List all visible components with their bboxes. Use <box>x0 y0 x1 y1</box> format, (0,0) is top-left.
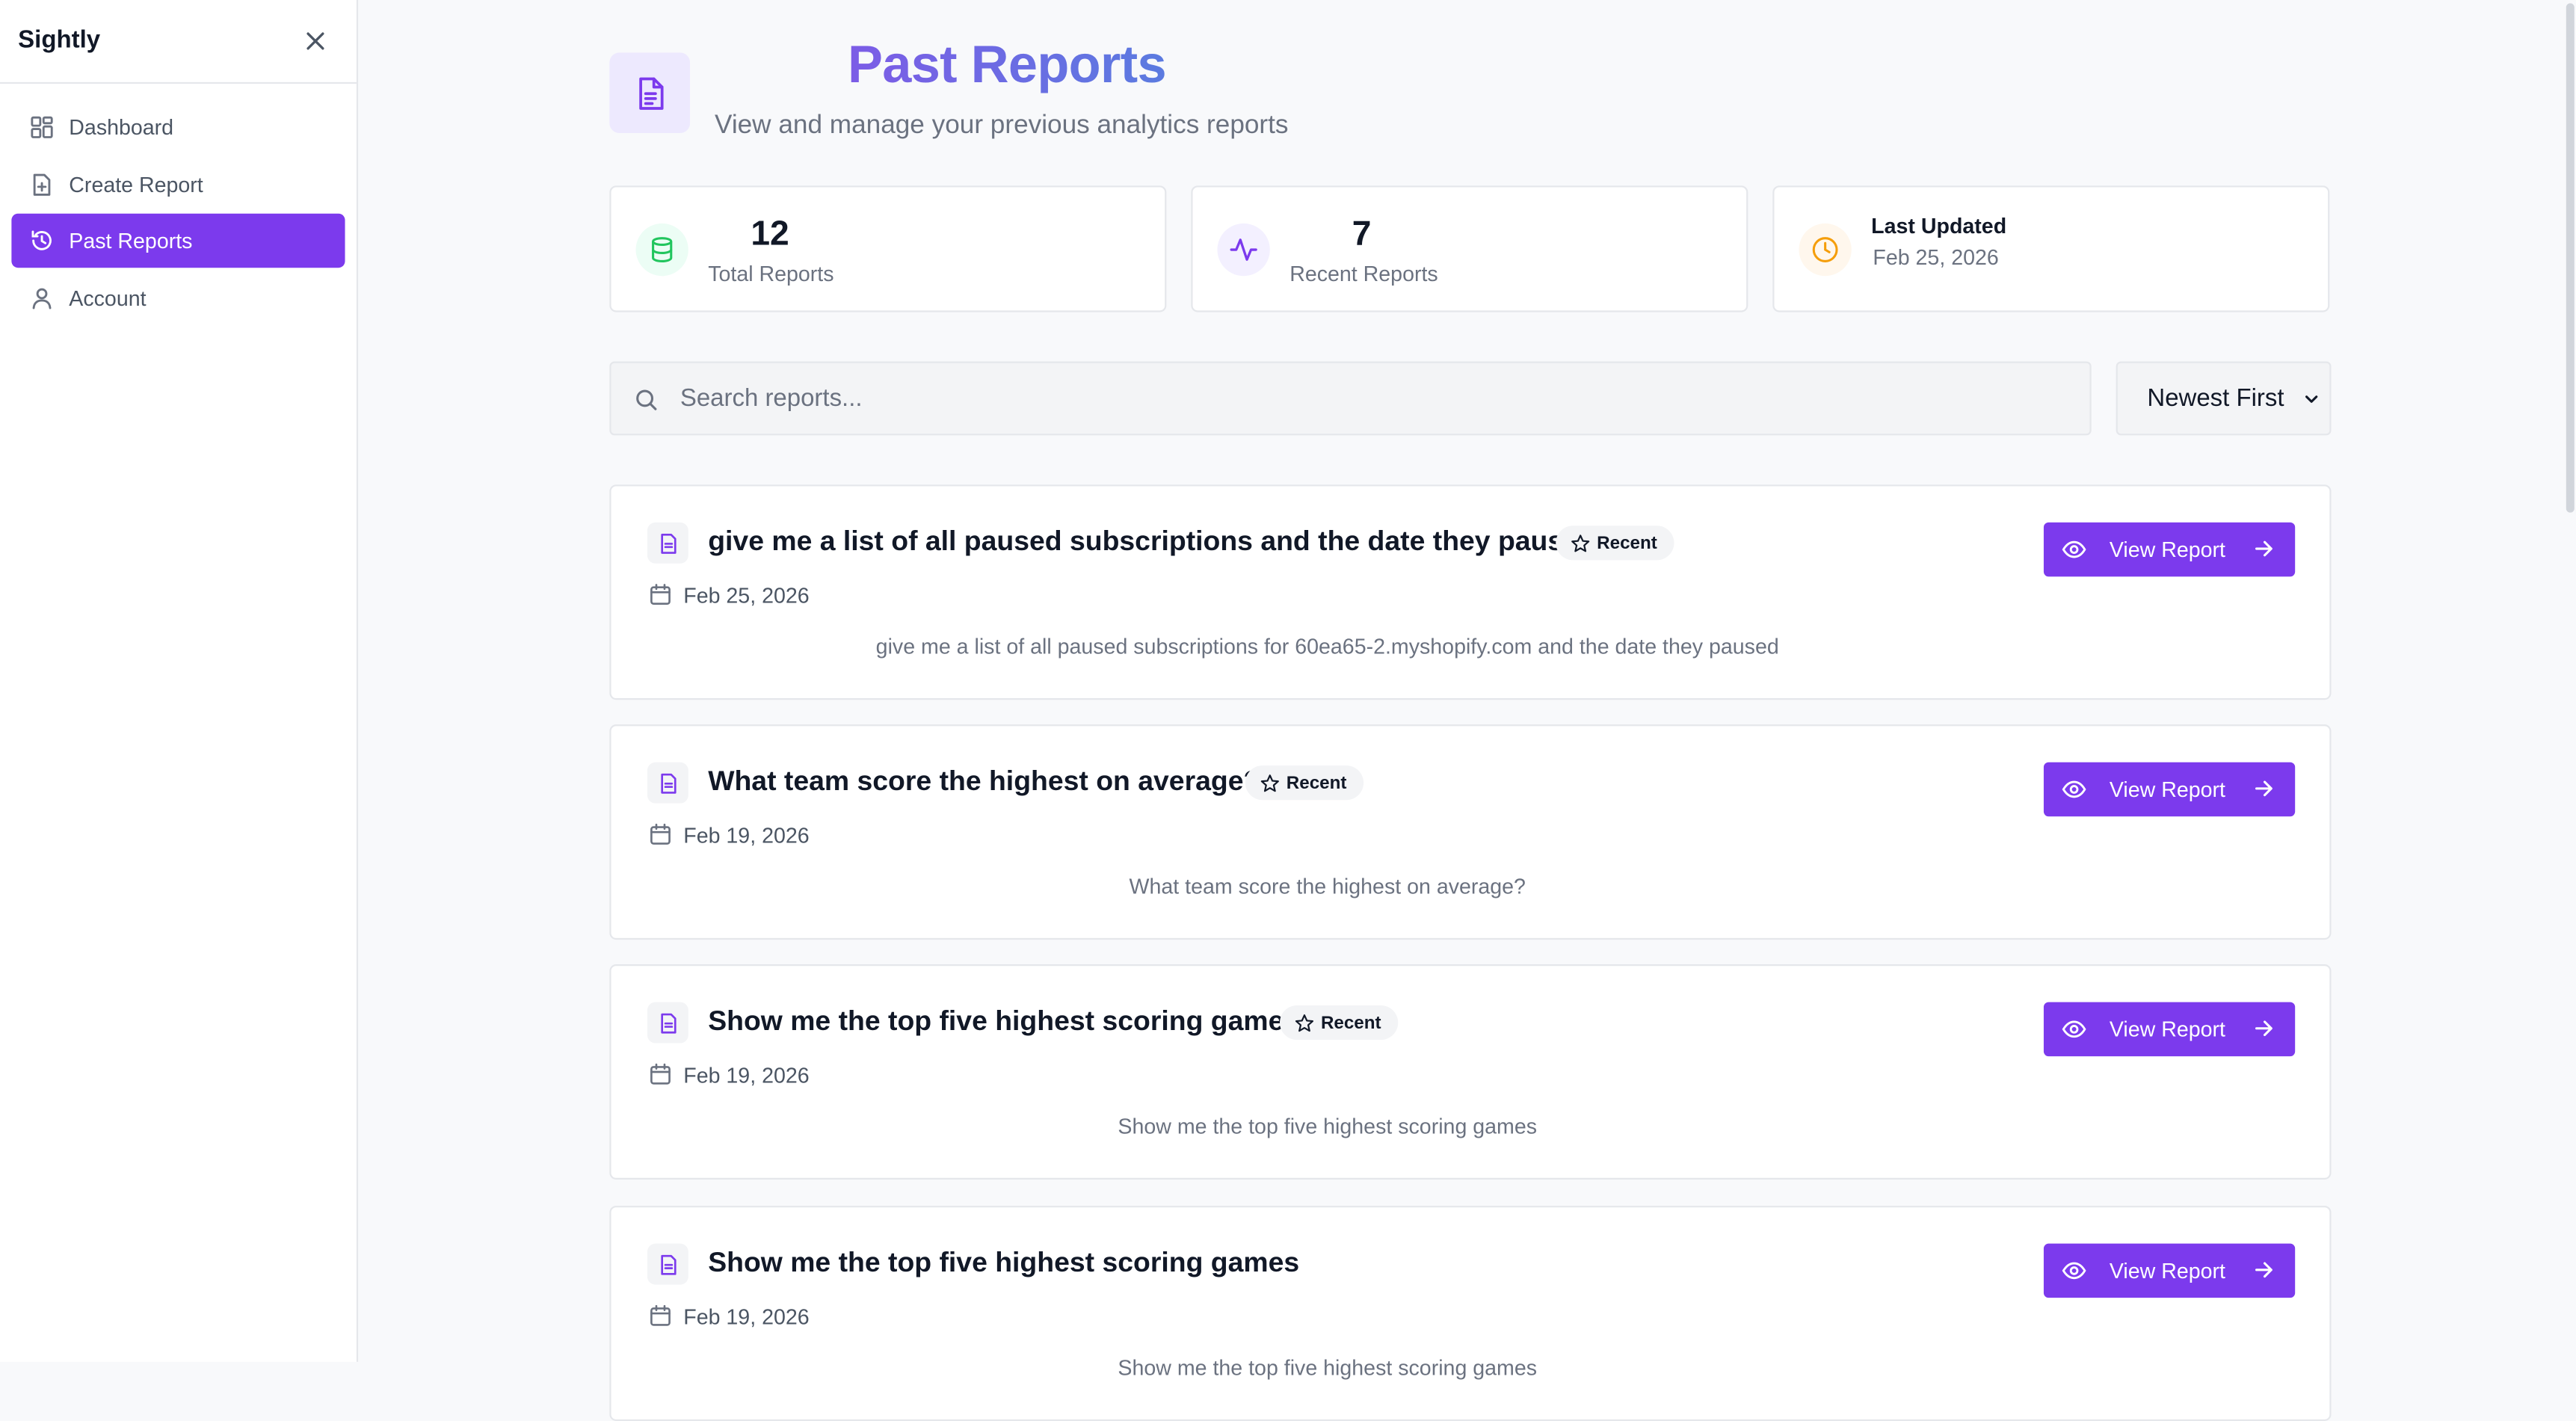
total-reports-count: 12 <box>751 215 789 253</box>
sort-selected-value: Newest First <box>2147 384 2284 413</box>
last-updated-date: Feb 25, 2026 <box>1873 244 1999 270</box>
arrow-right-icon <box>2252 777 2275 801</box>
sidebar-item-dashboard[interactable]: Dashboard <box>11 100 345 155</box>
clock-icon <box>1799 223 1852 277</box>
recent-badge: Recent <box>1280 1005 1398 1041</box>
sidebar-item-label: Account <box>69 286 147 311</box>
report-date: Feb 19, 2026 <box>683 823 810 848</box>
database-icon <box>635 223 688 277</box>
arrow-right-icon <box>2252 1258 2275 1281</box>
badge-label: Recent <box>1320 1012 1381 1033</box>
history-icon <box>30 229 55 253</box>
sort-select[interactable]: Newest First <box>2116 361 2332 436</box>
report-card: What team score the highest on average? … <box>609 724 2332 940</box>
file-plus-icon <box>30 172 55 197</box>
eye-icon <box>2062 1258 2086 1283</box>
sidebar-item-label: Past Reports <box>69 229 193 254</box>
recent-reports-card: 7 Recent Reports <box>1191 185 1748 312</box>
view-report-label: View Report <box>2109 537 2225 562</box>
view-report-button[interactable]: View Report <box>2043 762 2296 817</box>
star-icon <box>1571 533 1590 552</box>
user-icon <box>30 286 55 311</box>
view-report-button[interactable]: View Report <box>2043 522 2296 577</box>
close-icon[interactable] <box>302 28 328 54</box>
report-card: Show me the top five highest scoring gam… <box>609 1206 2332 1421</box>
report-date: Feb 19, 2026 <box>683 1062 810 1088</box>
page-subtitle: View and manage your previous analytics … <box>714 111 1289 140</box>
page-title: Past Reports <box>848 34 1167 95</box>
scrollbar-thumb[interactable] <box>2566 3 2575 513</box>
report-date: Feb 19, 2026 <box>683 1304 810 1329</box>
file-text-icon <box>647 522 688 564</box>
dashboard-icon <box>30 115 55 140</box>
view-report-button[interactable]: View Report <box>2043 1002 2296 1057</box>
star-icon <box>1295 1013 1314 1032</box>
calendar-icon <box>649 1304 672 1328</box>
report-title[interactable]: What team score the highest on average? <box>708 765 1260 798</box>
report-title[interactable]: Show me the top five highest scoring gam… <box>708 1005 1299 1038</box>
sidebar-item-label: Create Report <box>69 172 203 197</box>
chevron-down-icon <box>2300 388 2323 411</box>
report-description: give me a list of all paused subscriptio… <box>875 634 1779 659</box>
view-report-label: View Report <box>2109 777 2225 802</box>
calendar-icon <box>649 1063 672 1086</box>
arrow-right-icon <box>2252 1017 2275 1040</box>
view-report-label: View Report <box>2109 1017 2225 1042</box>
view-report-button[interactable]: View Report <box>2043 1243 2296 1298</box>
scrollbar[interactable] <box>2563 0 2576 1362</box>
eye-icon <box>2062 537 2086 562</box>
search-box <box>609 361 2092 436</box>
recent-reports-count: 7 <box>1352 215 1372 253</box>
badge-label: Recent <box>1597 533 1657 553</box>
eye-icon <box>2062 1017 2086 1041</box>
sidebar-header: Sightly <box>0 0 357 84</box>
badge-label: Recent <box>1286 773 1347 793</box>
arrow-right-icon <box>2252 537 2275 561</box>
report-card: Show me the top five highest scoring gam… <box>609 964 2332 1180</box>
sidebar-item-label: Dashboard <box>69 114 174 140</box>
last-updated-label: Last Updated <box>1871 213 2007 238</box>
recent-badge: Recent <box>1245 765 1364 801</box>
report-description: Show me the top five highest scoring gam… <box>1118 1114 1538 1139</box>
sidebar-item-account[interactable]: Account <box>11 271 345 326</box>
view-report-label: View Report <box>2109 1258 2225 1283</box>
calendar-icon <box>649 823 672 846</box>
recent-reports-label: Recent Reports <box>1289 261 1438 286</box>
app-brand: Sightly <box>18 26 101 55</box>
last-updated-card: Last Updated Feb 25, 2026 <box>1772 185 2330 312</box>
sidebar-item-create-report[interactable]: Create Report <box>11 157 345 212</box>
file-text-icon <box>647 1002 688 1044</box>
sidebar-item-past-reports[interactable]: Past Reports <box>11 214 345 269</box>
total-reports-label: Total Reports <box>708 261 834 286</box>
report-card: give me a list of all paused subscriptio… <box>609 484 2332 700</box>
report-description: Show me the top five highest scoring gam… <box>1118 1355 1538 1381</box>
eye-icon <box>2062 777 2086 802</box>
search-icon <box>634 388 659 413</box>
file-text-icon <box>638 76 663 109</box>
total-reports-card: 12 Total Reports <box>609 185 1167 312</box>
report-header-icon <box>609 52 691 134</box>
recent-badge: Recent <box>1556 525 1674 561</box>
search-input[interactable] <box>680 363 2060 434</box>
star-icon <box>1260 773 1280 792</box>
report-date: Feb 25, 2026 <box>683 583 810 608</box>
file-text-icon <box>647 1243 688 1285</box>
report-title[interactable]: Show me the top five highest scoring gam… <box>708 1247 1299 1280</box>
sidebar: Sightly Dashboard Create Report Past Rep… <box>0 0 359 1362</box>
sidebar-nav: Dashboard Create Report Past Reports Acc… <box>11 100 345 328</box>
calendar-icon <box>649 583 672 606</box>
report-title[interactable]: give me a list of all paused subscriptio… <box>708 525 1596 558</box>
activity-icon <box>1217 223 1270 277</box>
file-text-icon <box>647 762 688 804</box>
report-description: What team score the highest on average? <box>1129 874 1526 899</box>
